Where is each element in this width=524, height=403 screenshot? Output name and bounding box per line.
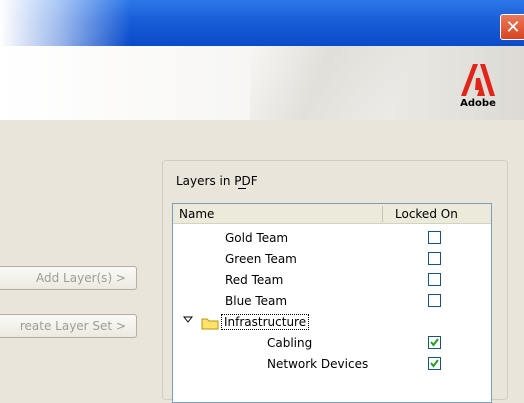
folder-icon (201, 318, 219, 330)
locked-checkbox-red-team[interactable] (428, 273, 441, 286)
mnemonic-underline (238, 188, 246, 189)
locked-checkbox-cabling[interactable] (428, 336, 441, 349)
list-item-green-team[interactable]: Green Team (173, 249, 491, 269)
add-layers-button[interactable]: Add Layer(s) > (0, 266, 137, 290)
layer-label: Red Team (225, 273, 284, 287)
layers-list[interactable]: Name Locked On Gold Team Green Team Red … (172, 203, 492, 403)
locked-checkbox-gold-team[interactable] (428, 231, 441, 244)
column-header-locked-on[interactable]: Locked On (395, 207, 458, 221)
layers-group-title-text: Layers in PDF (176, 174, 258, 188)
list-item-gold-team[interactable]: Gold Team (173, 228, 491, 248)
checkmark-icon (430, 338, 439, 347)
collapse-arrow-icon[interactable] (183, 316, 193, 324)
close-icon: ✕ (505, 16, 521, 38)
column-divider[interactable] (382, 206, 383, 222)
list-item-red-team[interactable]: Red Team (173, 270, 491, 290)
close-button[interactable]: ✕ (500, 14, 524, 40)
column-header-name[interactable]: Name (179, 207, 214, 221)
list-header: Name Locked On (173, 204, 491, 224)
layer-label: Green Team (225, 252, 297, 266)
create-layer-set-button[interactable]: reate Layer Set > (0, 314, 137, 338)
list-item-blue-team[interactable]: Blue Team (173, 291, 491, 311)
locked-checkbox-blue-team[interactable] (428, 294, 441, 307)
layer-set-label: Infrastructure (221, 314, 310, 330)
layer-label: Network Devices (267, 357, 369, 371)
title-bar-fade (0, 0, 130, 46)
list-item-network-devices[interactable]: Network Devices (173, 354, 491, 374)
checkmark-icon (430, 359, 439, 368)
layers-group-title: Layers in PDF (176, 174, 258, 188)
header-decoration (250, 46, 460, 120)
layer-label: Gold Team (225, 231, 289, 245)
locked-checkbox-network-devices[interactable] (428, 357, 441, 370)
layer-label: Cabling (267, 336, 313, 350)
layer-label: Blue Team (225, 294, 288, 308)
list-item-infrastructure[interactable]: Infrastructure (173, 312, 491, 332)
locked-checkbox-green-team[interactable] (428, 252, 441, 265)
list-item-cabling[interactable]: Cabling (173, 333, 491, 353)
adobe-logo-text: Adobe (460, 98, 496, 109)
